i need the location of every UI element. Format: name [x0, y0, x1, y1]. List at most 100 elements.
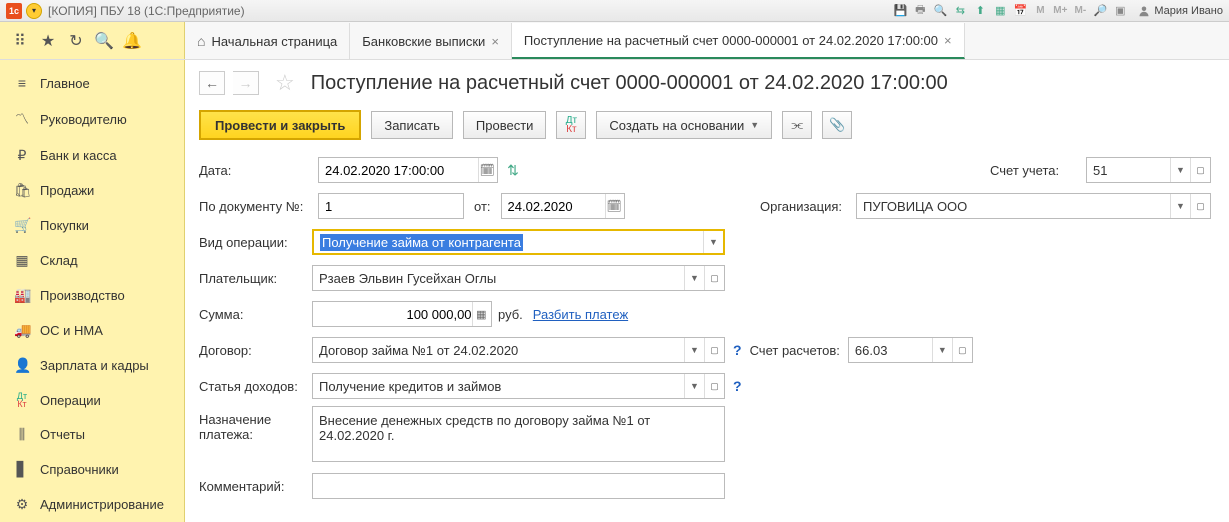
favorite-icon[interactable]: ☆	[275, 70, 295, 96]
dtkt-button[interactable]: ДтКт	[556, 111, 586, 139]
calendar-icon[interactable]: 🗓	[478, 158, 496, 182]
chevron-down-icon[interactable]: ▼	[684, 338, 704, 362]
current-user[interactable]: Мария Ивано	[1138, 5, 1223, 17]
chart-icon: 〽	[14, 109, 30, 129]
chevron-down-icon[interactable]: ▼	[1170, 194, 1190, 218]
date-field[interactable]	[325, 163, 478, 178]
tab-receipt[interactable]: Поступление на расчетный счет 0000-00000…	[512, 23, 965, 59]
open-icon[interactable]: ▢	[704, 338, 724, 362]
write-button[interactable]: Записать	[371, 111, 453, 139]
calendar-icon[interactable]: 📅	[1012, 3, 1028, 19]
purpose-textarea[interactable]	[312, 406, 725, 462]
zoom-icon[interactable]: 🔎	[1092, 3, 1108, 19]
sidebar-item-assets[interactable]: 🚚ОС и НМА	[0, 313, 184, 348]
sidebar-item-label: Администрирование	[40, 497, 164, 512]
sidebar-item-catalogs[interactable]: ▋Справочники	[0, 452, 184, 487]
open-icon[interactable]: ▢	[1190, 194, 1210, 218]
forward-button[interactable]: →	[233, 71, 259, 95]
print-icon[interactable]: 🖶	[912, 3, 928, 19]
sidebar-item-bank[interactable]: ₽Банк и касса	[0, 138, 184, 173]
payer-combo[interactable]: Рзаев Эльвин Гусейхан Оглы ▼ ▢	[312, 265, 725, 291]
close-icon[interactable]: ×	[944, 33, 952, 48]
docno-input[interactable]	[318, 193, 464, 219]
export-icon[interactable]: ⬆	[972, 3, 988, 19]
close-icon[interactable]: ×	[491, 34, 499, 49]
income-combo[interactable]: Получение кредитов и займов ▼ ▢	[312, 373, 725, 399]
open-icon[interactable]: ▢	[704, 374, 724, 398]
chevron-down-icon[interactable]: ▼	[932, 338, 952, 362]
sidebar-item-reports[interactable]: ⫼Отчеты	[0, 417, 184, 452]
create-based-button[interactable]: Создать на основании▼	[596, 111, 772, 139]
open-icon[interactable]: ▢	[1190, 158, 1210, 182]
sidebar-item-main[interactable]: ≡Главное	[0, 66, 184, 100]
contract-combo[interactable]: Договор займа №1 от 24.02.2020 ▼ ▢	[312, 337, 725, 363]
content: ←→ ☆ Поступление на расчетный счет 0000-…	[185, 60, 1229, 522]
open-icon[interactable]: ▢	[952, 338, 972, 362]
structure-button[interactable]: ⫘	[782, 111, 812, 139]
sidebar-item-sales[interactable]: 🛍Продажи	[0, 173, 184, 208]
sidebar-item-label: Покупки	[40, 218, 89, 233]
row-docno-org: По документу №: от: 🗓 Организация: ПУГОВ…	[199, 190, 1211, 222]
sidebar-item-operations[interactable]: ДтКтОперации	[0, 383, 184, 417]
chevron-down-icon[interactable]: ▼	[684, 374, 704, 398]
sidebar-item-label: Справочники	[40, 462, 119, 477]
truck-icon: 🚚	[14, 322, 30, 339]
sidebar-item-hr[interactable]: 👤Зарплата и кадры	[0, 348, 184, 383]
chevron-down-icon[interactable]: ▼	[703, 231, 723, 253]
docdate-input[interactable]: 🗓	[501, 193, 625, 219]
comment-field[interactable]	[319, 479, 718, 494]
docdate-field[interactable]	[508, 199, 605, 214]
chevron-down-icon[interactable]: ▼	[684, 266, 704, 290]
tab-home[interactable]: ⌂ Начальная страница	[185, 23, 350, 59]
sidebar-item-purchases[interactable]: 🛒Покупки	[0, 208, 184, 243]
m-plus-icon[interactable]: M+	[1052, 3, 1068, 19]
search-icon[interactable]: 🔍	[94, 31, 114, 51]
tab-label: Начальная страница	[211, 34, 337, 49]
titlebar-actions: 💾 🖶 🔍 ⇆ ⬆ ▦ 📅 M M+ M- 🔎 ▣ Мария Ивано	[892, 3, 1223, 19]
calc-icon[interactable]: ▦	[472, 302, 490, 326]
optype-combo[interactable]: Получение займа от контрагента ▼	[312, 229, 725, 255]
compare-icon[interactable]: ⇆	[952, 3, 968, 19]
sidebar-item-stock[interactable]: ▦Склад	[0, 243, 184, 278]
sum-input[interactable]: ▦	[312, 301, 492, 327]
post-and-close-button[interactable]: Провести и закрыть	[199, 110, 361, 140]
sidebar-item-admin[interactable]: ⚙Администрирование	[0, 487, 184, 522]
sidebar-item-manager[interactable]: 〽Руководителю	[0, 100, 184, 138]
m-icon[interactable]: M	[1032, 3, 1048, 19]
boxes-icon: ▦	[14, 252, 30, 269]
help-icon[interactable]: ?	[733, 378, 742, 394]
date-input[interactable]: 🗓	[318, 157, 498, 183]
combo-value: Получение займа от контрагента	[314, 231, 703, 253]
preview-icon[interactable]: 🔍	[932, 3, 948, 19]
docno-field[interactable]	[325, 199, 457, 214]
history-icon[interactable]: ↻	[66, 31, 86, 51]
split-payment-link[interactable]: Разбить платеж	[533, 307, 628, 322]
sync-icon[interactable]: ⇅	[504, 161, 522, 179]
post-button[interactable]: Провести	[463, 111, 547, 139]
open-icon[interactable]: ▢	[704, 266, 724, 290]
help-icon[interactable]: ?	[733, 342, 742, 358]
bars-icon: ⫼	[14, 426, 30, 443]
attach-button[interactable]: 📎	[822, 111, 852, 139]
back-button[interactable]: ←	[199, 71, 225, 95]
save-disk-icon[interactable]: 💾	[892, 3, 908, 19]
apps-icon[interactable]: ⠿	[10, 31, 30, 51]
account-combo[interactable]: 51 ▼ ▢	[1086, 157, 1211, 183]
comment-input[interactable]	[312, 473, 725, 499]
sidebar-item-production[interactable]: 🏭Производство	[0, 278, 184, 313]
app-menu-dropdown[interactable]: ▾	[26, 3, 42, 19]
calc-icon[interactable]: ▦	[992, 3, 1008, 19]
sidebar-item-label: Зарплата и кадры	[40, 358, 149, 373]
chevron-down-icon[interactable]: ▼	[1170, 158, 1190, 182]
star-icon[interactable]: ★	[38, 31, 58, 51]
calendar-icon[interactable]: 🗓	[605, 194, 623, 218]
sum-field[interactable]	[319, 307, 472, 322]
combo-value: Получение кредитов и займов	[313, 374, 684, 398]
sidebar-item-label: Операции	[40, 393, 101, 408]
window-icon[interactable]: ▣	[1112, 3, 1128, 19]
m-minus-icon[interactable]: M-	[1072, 3, 1088, 19]
org-combo[interactable]: ПУГОВИЦА ООО ▼ ▢	[856, 193, 1211, 219]
tab-bank-statements[interactable]: Банковские выписки ×	[350, 23, 512, 59]
bell-icon[interactable]: 🔔	[122, 31, 142, 51]
settleacc-combo[interactable]: 66.03 ▼ ▢	[848, 337, 973, 363]
